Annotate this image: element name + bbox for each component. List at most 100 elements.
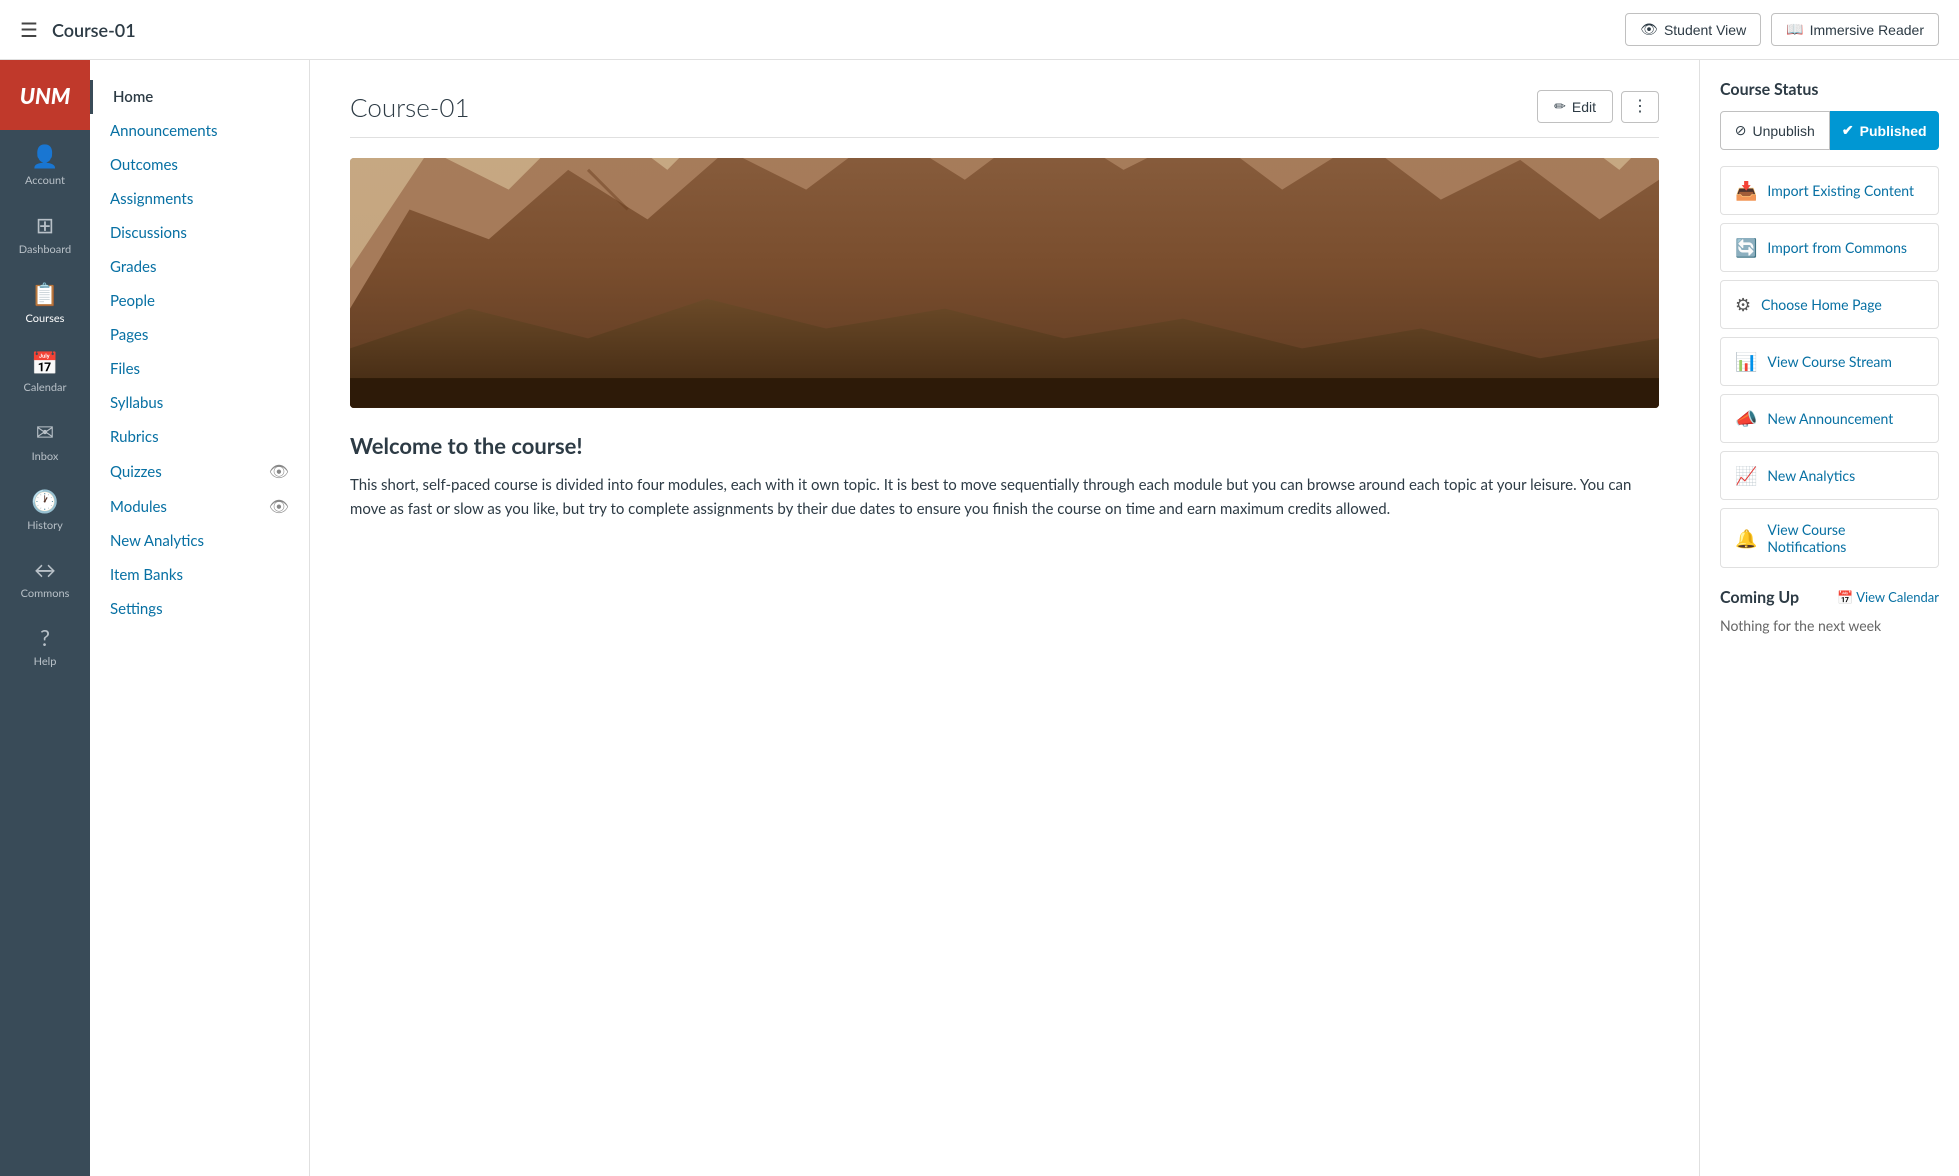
course-nav-label-settings: Settings xyxy=(110,600,163,618)
student-view-button[interactable]: 👁 Student View xyxy=(1625,13,1761,46)
course-header-title: Course-01 xyxy=(350,91,470,123)
action-label-new-analytics: New Analytics xyxy=(1767,467,1855,484)
gnav-item-calendar[interactable]: 📅 Calendar xyxy=(19,337,71,406)
course-nav-item-rubrics[interactable]: Rubrics xyxy=(90,420,309,454)
gnav-label-commons: Commons xyxy=(21,587,70,600)
more-options-button[interactable]: ⋮ xyxy=(1621,91,1659,123)
gnav-icon-calendar: 📅 xyxy=(31,349,58,377)
course-nav-item-people[interactable]: People xyxy=(90,284,309,318)
edit-icon: ✏ xyxy=(1554,98,1566,115)
gnav-item-history[interactable]: 🕐 History xyxy=(19,475,71,544)
published-button[interactable]: ✔ Published xyxy=(1830,111,1940,150)
sidebar-action-new-announcement[interactable]: 📣 New Announcement xyxy=(1720,394,1939,443)
gnav-label-calendar: Calendar xyxy=(24,381,67,394)
course-nav-item-home[interactable]: Home xyxy=(90,80,309,114)
visibility-icon-quizzes[interactable]: 👁 xyxy=(269,462,289,481)
action-icon-import-commons: 🔄 xyxy=(1735,236,1757,259)
topbar-title: Course-01 xyxy=(52,19,136,41)
sidebar-action-view-notifications[interactable]: 🔔 View Course Notifications xyxy=(1720,508,1939,568)
sidebar-action-import-commons[interactable]: 🔄 Import from Commons xyxy=(1720,223,1939,272)
gnav-icon-commons: ↔ xyxy=(34,556,56,583)
view-calendar-link[interactable]: 📅 View Calendar xyxy=(1837,589,1939,606)
logo[interactable]: UNM xyxy=(0,60,90,130)
edit-button[interactable]: ✏ Edit xyxy=(1537,90,1613,123)
course-nav-item-modules[interactable]: Modules 👁 xyxy=(90,489,309,524)
gnav-item-dashboard[interactable]: ⊞ Dashboard xyxy=(19,199,71,268)
status-buttons: ⊘ Unpublish ✔ Published xyxy=(1720,111,1939,150)
action-icon-view-stream: 📊 xyxy=(1735,350,1757,373)
sidebar-action-new-analytics[interactable]: 📈 New Analytics xyxy=(1720,451,1939,500)
course-nav-label-discussions: Discussions xyxy=(110,224,187,242)
gnav-icon-inbox: ✉ xyxy=(36,418,54,446)
content-area: Course-01 ✏ Edit ⋮ xyxy=(310,60,1699,1176)
visibility-icon-modules[interactable]: 👁 xyxy=(269,497,289,516)
course-nav-label-item-banks: Item Banks xyxy=(110,566,183,584)
course-nav-item-settings[interactable]: Settings xyxy=(90,592,309,626)
gnav-item-inbox[interactable]: ✉ Inbox xyxy=(19,406,71,475)
course-nav-label-outcomes: Outcomes xyxy=(110,156,178,174)
coming-up-empty: Nothing for the next week xyxy=(1720,617,1939,634)
coming-up-title: Coming Up xyxy=(1720,588,1799,607)
course-nav-label-modules: Modules xyxy=(110,498,167,516)
calendar-icon: 📅 xyxy=(1837,589,1853,605)
course-nav-item-announcements[interactable]: Announcements xyxy=(90,114,309,148)
course-nav-label-syllabus: Syllabus xyxy=(110,394,163,412)
sidebar-action-view-stream[interactable]: 📊 View Course Stream xyxy=(1720,337,1939,386)
course-header: Course-01 ✏ Edit ⋮ xyxy=(350,90,1659,138)
course-header-actions: ✏ Edit ⋮ xyxy=(1537,90,1659,123)
course-nav-label-pages: Pages xyxy=(110,326,148,344)
sidebar-action-choose-home[interactable]: ⚙ Choose Home Page xyxy=(1720,280,1939,329)
topbar-left: ☰ Course-01 xyxy=(20,18,136,42)
logo-text: UNM xyxy=(20,82,71,109)
course-nav-item-discussions[interactable]: Discussions xyxy=(90,216,309,250)
global-nav: UNM 👤 Account ⊞ Dashboard 📋 Courses 📅 Ca… xyxy=(0,60,90,1176)
gnav-icon-courses: 📋 xyxy=(31,280,58,308)
gnav-label-account: Account xyxy=(25,174,65,187)
course-nav-label-rubrics: Rubrics xyxy=(110,428,159,446)
gnav-label-courses: Courses xyxy=(26,312,65,325)
welcome-text: This short, self-paced course is divided… xyxy=(350,473,1659,521)
course-nav-label-assignments: Assignments xyxy=(110,190,193,208)
course-nav-label-announcements: Announcements xyxy=(110,122,217,140)
gnav-icon-account: 👤 xyxy=(31,142,58,170)
unpublish-label: Unpublish xyxy=(1752,123,1814,139)
coming-up-header: Coming Up 📅 View Calendar xyxy=(1720,588,1939,607)
topbar-right: 👁 Student View 📖 Immersive Reader xyxy=(1625,13,1939,46)
immersive-reader-button[interactable]: 📖 Immersive Reader xyxy=(1771,13,1939,46)
gnav-item-help[interactable]: ? Help xyxy=(19,612,71,680)
gnav-icon-history: 🕐 xyxy=(31,487,58,515)
gnav-item-courses[interactable]: 📋 Courses xyxy=(19,268,71,337)
action-icon-new-announcement: 📣 xyxy=(1735,407,1757,430)
sidebar-action-import-existing[interactable]: 📥 Import Existing Content xyxy=(1720,166,1939,215)
course-nav-item-assignments[interactable]: Assignments xyxy=(90,182,309,216)
published-icon: ✔ xyxy=(1842,122,1854,139)
course-nav-item-syllabus[interactable]: Syllabus xyxy=(90,386,309,420)
course-nav-label-people: People xyxy=(110,292,155,310)
hamburger-menu[interactable]: ☰ xyxy=(20,18,38,42)
student-view-icon: 👁 xyxy=(1640,21,1658,38)
main-layout: UNM 👤 Account ⊞ Dashboard 📋 Courses 📅 Ca… xyxy=(0,60,1959,1176)
topbar: ☰ Course-01 👁 Student View 📖 Immersive R… xyxy=(0,0,1959,60)
course-nav-label-grades: Grades xyxy=(110,258,156,276)
course-nav-item-outcomes[interactable]: Outcomes xyxy=(90,148,309,182)
course-nav-label-quizzes: Quizzes xyxy=(110,463,162,481)
action-icon-new-analytics: 📈 xyxy=(1735,464,1757,487)
course-nav-item-new-analytics[interactable]: New Analytics xyxy=(90,524,309,558)
gnav-label-help: Help xyxy=(34,655,57,668)
gnav-item-account[interactable]: 👤 Account xyxy=(19,130,71,199)
unpublish-button[interactable]: ⊘ Unpublish xyxy=(1720,111,1830,150)
course-nav-item-item-banks[interactable]: Item Banks xyxy=(90,558,309,592)
gnav-item-commons[interactable]: ↔ Commons xyxy=(19,544,71,612)
action-label-import-commons: Import from Commons xyxy=(1767,239,1907,256)
action-label-view-stream: View Course Stream xyxy=(1767,353,1891,370)
immersive-reader-label: Immersive Reader xyxy=(1810,22,1924,38)
course-nav-item-quizzes[interactable]: Quizzes 👁 xyxy=(90,454,309,489)
course-nav: Home Announcements Outcomes Assignments Disc… xyxy=(90,60,310,1176)
course-nav-item-grades[interactable]: Grades xyxy=(90,250,309,284)
course-nav-item-files[interactable]: Files xyxy=(90,352,309,386)
action-label-view-notifications: View Course Notifications xyxy=(1767,521,1924,555)
action-icon-import-existing: 📥 xyxy=(1735,179,1757,202)
gnav-label-inbox: Inbox xyxy=(32,450,59,463)
course-nav-item-pages[interactable]: Pages xyxy=(90,318,309,352)
action-icon-view-notifications: 🔔 xyxy=(1735,527,1757,550)
